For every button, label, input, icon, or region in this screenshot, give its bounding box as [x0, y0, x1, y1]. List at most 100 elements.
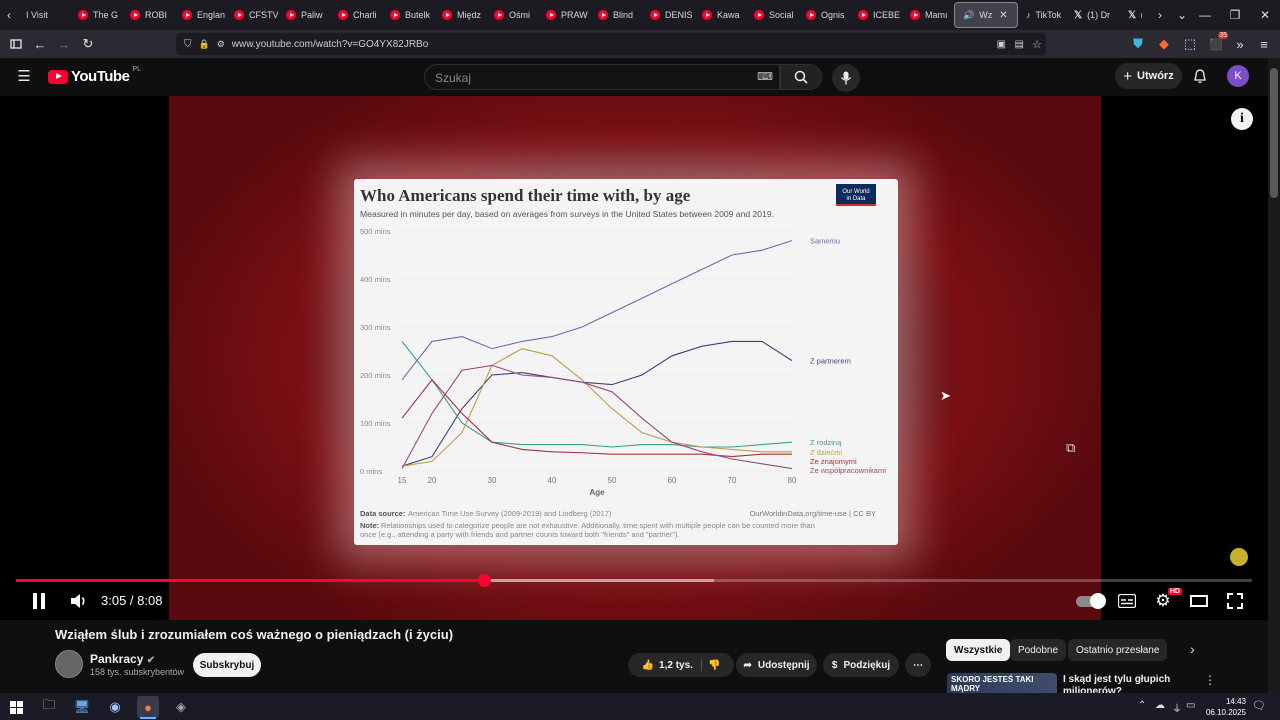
network-icon[interactable]: ▭ — [1186, 700, 1195, 711]
browser-tab[interactable]: Mamı — [902, 0, 954, 30]
lock-icon[interactable]: 🔒 — [199, 39, 210, 50]
recommended-more-icon[interactable]: ⋮ — [1204, 673, 1216, 687]
speaker-icon[interactable]: 🔊 — [963, 10, 974, 21]
browser-tab[interactable]: Ognis — [798, 0, 850, 30]
browser-tab[interactable]: The G — [70, 0, 122, 30]
account-avatar[interactable]: K — [1227, 65, 1249, 87]
browser-tab[interactable]: Englan — [174, 0, 226, 30]
browser-tab[interactable]: Kawa — [694, 0, 746, 30]
permissions-icon[interactable]: ⚙ — [217, 39, 225, 50]
reader-icon[interactable]: ▤ — [1015, 39, 1024, 50]
browser-tab[interactable]: Ośmi — [486, 0, 538, 30]
tab-active[interactable]: 🔊 Wz ✕ — [954, 2, 1018, 28]
extension-badge-icon[interactable]: ⬛ 35 — [1206, 32, 1228, 54]
minimize-icon[interactable]: — — [1190, 0, 1220, 30]
fullscreen-icon — [1227, 593, 1243, 609]
y-tick-label: 0 mins — [360, 467, 382, 476]
overflow-chevrons-icon[interactable]: » — [1230, 34, 1250, 54]
chip-recently-uploaded[interactable]: Ostatnio przesłane — [1068, 639, 1168, 661]
search-button[interactable] — [780, 64, 822, 90]
chips-next-chevron-icon[interactable]: › — [1190, 641, 1195, 657]
chip-all[interactable]: Wszystkie — [946, 639, 1011, 661]
video-player[interactable]: Who Americans spend their time with, by … — [0, 96, 1268, 620]
sidebar-toggle-icon[interactable] — [6, 34, 26, 54]
tab-tiktok[interactable]: ♪ TikTok — [1018, 0, 1066, 30]
taskbar-clock[interactable]: 14:43 06.10.2025 — [1196, 696, 1246, 718]
fullscreen-button[interactable] — [1222, 590, 1248, 612]
page-scrollbar[interactable] — [1268, 58, 1280, 693]
tab-scroll-right-icon[interactable]: › — [1150, 0, 1170, 30]
pause-button[interactable] — [26, 590, 52, 612]
forward-arrow-icon[interactable]: → — [54, 34, 74, 54]
browser-tab[interactable]: CFSTV — [226, 0, 278, 30]
bookmark-star-icon[interactable]: ☆ — [1032, 38, 1042, 51]
subtitles-button[interactable] — [1114, 590, 1140, 612]
extensions-puzzle-icon[interactable]: ⬚ — [1180, 34, 1200, 54]
share-button[interactable]: ➦ Udostępnij — [736, 653, 817, 677]
thanks-button[interactable]: $ Podziękuj — [823, 653, 899, 677]
scrollbar-thumb[interactable] — [1270, 68, 1278, 198]
browser-tab[interactable]: ROBI — [122, 0, 174, 30]
channel-watermark-icon[interactable] — [1230, 548, 1248, 566]
settings-button[interactable]: ⚙ HD — [1150, 588, 1182, 612]
extension-fox-icon[interactable]: ◆ — [1154, 34, 1174, 54]
volume-button[interactable] — [66, 590, 92, 612]
progress-bar[interactable] — [16, 574, 1252, 587]
browser-tab[interactable]: Butelk — [382, 0, 434, 30]
voice-search-button[interactable] — [832, 64, 860, 92]
autoplay-toggle[interactable] — [1074, 590, 1106, 612]
channel-avatar[interactable] — [55, 650, 83, 678]
browser-tab[interactable]: Międz — [434, 0, 486, 30]
tab-x-2[interactable]: 𝕏 — [1120, 0, 1150, 30]
browser-tab[interactable]: PRAW — [538, 0, 590, 30]
app-menu-icon[interactable]: ≡ — [1254, 34, 1274, 54]
browser-tab[interactable]: Social — [746, 0, 798, 30]
steam-icon[interactable]: ◉ — [104, 696, 126, 718]
firefox-icon[interactable]: ● — [137, 696, 159, 718]
tab-x[interactable]: 𝕏 (1) Dr — [1066, 0, 1120, 30]
create-button[interactable]: + Utwórz — [1115, 63, 1182, 89]
more-actions-button[interactable]: ⋯ — [905, 653, 931, 677]
browser-tab[interactable]: Blind — [590, 0, 642, 30]
recommended-title[interactable]: I skąd jest tylu głupich milionerów? — [1063, 674, 1193, 693]
info-icon[interactable]: i — [1231, 108, 1253, 130]
tray-chevron-icon[interactable]: ⌃ — [1138, 700, 1146, 711]
youtube-logo[interactable]: YouTube PL — [48, 66, 141, 85]
back-arrow-icon[interactable]: ← — [30, 34, 50, 54]
browser-tab[interactable]: Charli — [330, 0, 382, 30]
theater-mode-button[interactable] — [1186, 590, 1212, 612]
thumbs-down-icon[interactable]: 👎 — [708, 660, 720, 671]
notifications-bell-icon[interactable] — [1190, 66, 1210, 86]
monitor-app-icon[interactable]: 🖥 — [71, 696, 93, 718]
reload-icon[interactable]: ↻ — [78, 34, 98, 54]
notification-center-icon[interactable]: 🗨 — [1252, 699, 1266, 712]
tab-scroll-left-icon[interactable]: ‹ — [0, 0, 18, 30]
close-window-icon[interactable]: ✕ — [1250, 0, 1280, 30]
onedrive-icon[interactable]: ☁ — [1155, 700, 1165, 711]
pip-icon[interactable]: ▣ — [997, 39, 1006, 50]
x-tick-label: 40 — [548, 476, 557, 485]
windows-start-icon[interactable] — [5, 696, 27, 718]
miniplayer-icon[interactable]: ⧉ — [1066, 440, 1084, 456]
chip-related[interactable]: Podobne — [1010, 639, 1067, 661]
vpn-shield-icon[interactable]: ⛊ — [1128, 34, 1148, 54]
browser-tab[interactable]: I Visit — [18, 0, 70, 30]
hamburger-menu-icon[interactable]: ☰ — [14, 66, 34, 86]
browser-tab[interactable]: ICEBE — [850, 0, 902, 30]
url-bar[interactable]: ⛉ 🔒 ⚙ www.youtube.com/watch?v=GO4YX82JRB… — [176, 33, 1046, 55]
usb-icon[interactable]: ⏚ — [1172, 700, 1182, 715]
file-explorer-icon[interactable]: 🗀 — [38, 696, 60, 718]
browser-tab[interactable]: DENIS — [642, 0, 694, 30]
shield-icon[interactable]: ⛉ — [184, 39, 192, 50]
app-icon[interactable]: ◈ — [170, 696, 192, 718]
browser-tab[interactable]: Paliw — [278, 0, 330, 30]
keyboard-icon[interactable]: ⌨ — [757, 70, 773, 83]
subscribe-button[interactable]: Subskrybuj — [193, 653, 261, 677]
like-button[interactable]: 👍 1,2 tys. — [642, 659, 702, 671]
url-text[interactable]: www.youtube.com/watch?v=GO4YX82JRBo — [232, 39, 428, 50]
restore-icon[interactable]: ❐ — [1220, 0, 1250, 30]
recommended-thumbnail[interactable]: SKORO JESTEŚ TAKI MĄDRY — [947, 673, 1057, 693]
search-input[interactable]: Szukaj ⌨ — [424, 64, 780, 90]
tab-close-icon[interactable]: ✕ — [999, 10, 1007, 21]
channel-name[interactable]: Pankracy ✔ — [90, 652, 155, 666]
